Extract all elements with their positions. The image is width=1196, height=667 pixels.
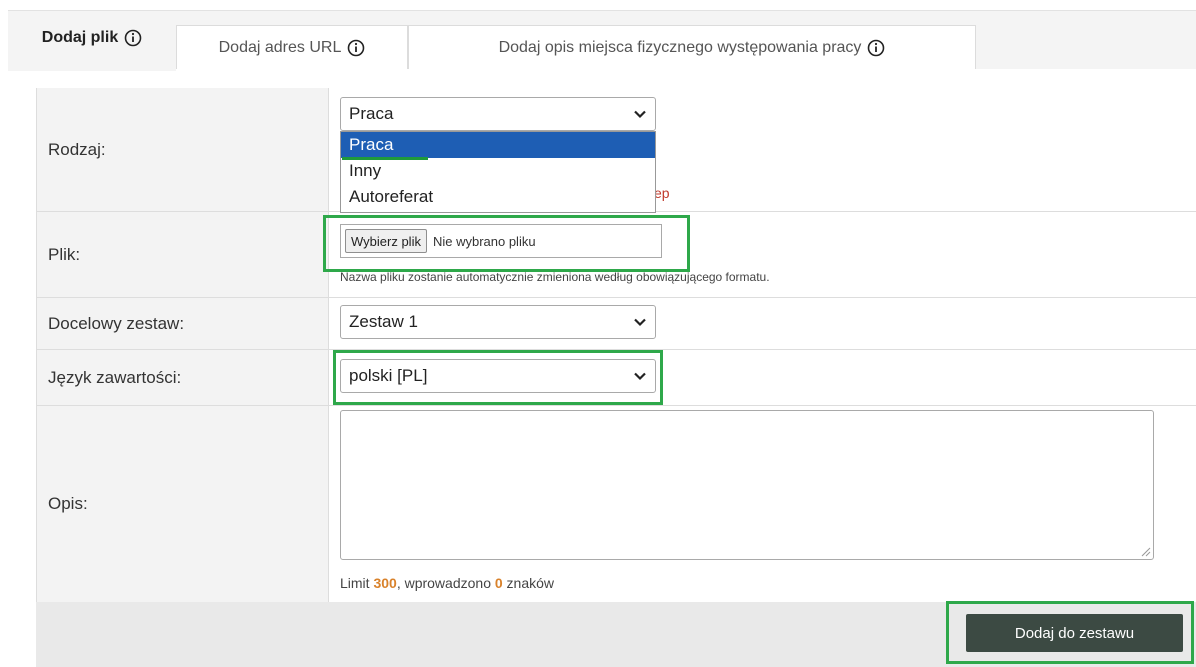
info-circle-icon [348,39,365,56]
jezyk-select[interactable]: polski [PL] [340,359,656,393]
tab-bar: Dodaj plik Dodaj adres URL Dodaj opis mi… [8,10,1196,71]
rodzaj-label: Rodzaj: [37,88,329,211]
option-inny[interactable]: Inny [341,158,655,184]
rodzaj-select[interactable]: Praca [340,97,656,131]
limit-prefix: Limit [340,575,374,591]
partial-hidden-text: ep [654,185,670,201]
entered-count: 0 [494,575,503,591]
info-circle-icon [868,39,885,56]
tab-label: Dodaj adres URL [218,38,342,56]
file-input[interactable]: Wybierz plik Nie wybrano pliku [340,224,662,258]
tab-add-physical-location[interactable]: Dodaj opis miejsca fizycznego występowan… [408,25,976,69]
rodzaj-selected-value: Praca [349,104,394,123]
limit-suffix: znaków [502,575,555,591]
limit-value: 300 [373,575,397,591]
file-hint: Nazwa pliku zostanie automatycznie zmien… [340,270,770,284]
option-autoreferat[interactable]: Autoreferat [341,184,655,210]
zestaw-selected-value: Zestaw 1 [349,312,418,331]
option-praca[interactable]: Praca [341,132,655,158]
info-circle-icon [124,29,142,47]
file-status: Nie wybrano pliku [432,233,536,249]
annotation-underline [342,157,428,160]
opis-label: Opis: [37,406,329,602]
zestaw-select[interactable]: Zestaw 1 [340,305,656,339]
chevron-down-icon [634,318,646,327]
jezyk-label: Język zawartości: [37,350,329,405]
zestaw-label: Docelowy zestaw: [37,298,329,349]
tab-label: Dodaj opis miejsca fizycznego występowan… [498,38,862,56]
plik-label: Plik: [37,212,329,297]
opis-textarea[interactable] [340,410,1154,560]
limit-mid: , wprowadzono [396,575,495,591]
chevron-down-icon [634,372,646,381]
choose-file-button[interactable]: Wybierz plik [345,229,427,253]
add-to-set-button[interactable]: Dodaj do zestawu [966,614,1183,652]
tab-add-file[interactable]: Dodaj plik [8,11,176,71]
rodzaj-options-list: Praca Inny Autoreferat [340,131,656,213]
resize-grip-icon[interactable] [1141,547,1151,557]
char-limit-info: Limit 300, wprowadzono 0 znaków [340,575,554,591]
tab-label: Dodaj plik [41,29,119,46]
jezyk-selected-value: polski [PL] [349,366,428,385]
chevron-down-icon [634,110,646,119]
tab-add-url[interactable]: Dodaj adres URL [176,25,408,69]
page: Dodaj plik Dodaj adres URL Dodaj opis mi… [0,0,1196,667]
